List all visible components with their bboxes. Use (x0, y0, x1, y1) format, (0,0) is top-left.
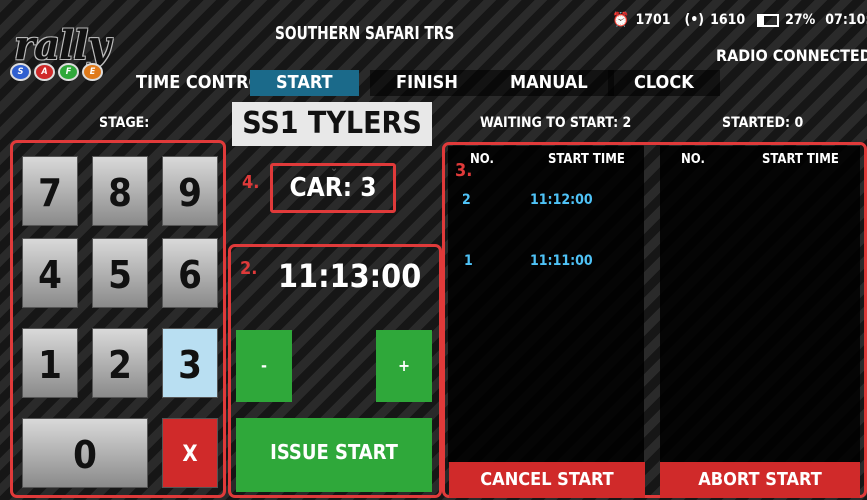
tab-manual[interactable]: MANUAL (484, 70, 614, 96)
key-4[interactable]: 4 (22, 238, 78, 308)
start-time-value: 11:13:00 (278, 257, 422, 295)
logo-dot-e: E (82, 63, 103, 81)
stage-label: STAGE: (99, 115, 150, 131)
tab-finish[interactable]: FINISH (370, 70, 484, 96)
stage-select[interactable]: SS1 TYLERS ⌄ (232, 102, 432, 174)
tab-time-control[interactable]: TIME CONTRO (136, 70, 262, 96)
app-title: SOUTHERN SAFARI TRS (275, 23, 455, 44)
list-item-time: 11:11:00 (530, 253, 593, 269)
started-count: STARTED: 0 (722, 115, 804, 131)
radio-count: 1610 (710, 12, 746, 28)
battery-level: 27% (785, 12, 816, 28)
radio-signal-icon: (•) (684, 12, 705, 28)
plus-button[interactable]: + (376, 330, 432, 402)
annotation-2: 2. (240, 258, 258, 279)
key-2[interactable]: 2 (92, 328, 148, 398)
list-item-no: 2 (462, 192, 471, 208)
alarm-icon: ⏰ (612, 12, 630, 28)
radio-status: RADIO CONNECTED (716, 46, 867, 65)
key-0[interactable]: 0 (22, 418, 148, 488)
key-3[interactable]: 3 (162, 328, 218, 398)
battery-icon (757, 13, 780, 27)
logo-dot-a: A (34, 63, 55, 81)
status-bar: ⏰ 1701 (•) 1610 27% 07:10:20 ⚙ (612, 12, 867, 28)
key-5[interactable]: 5 (92, 238, 148, 308)
minus-button[interactable]: - (236, 330, 292, 402)
key-clear[interactable]: X (162, 418, 218, 488)
clock-time: 07:10:20 (825, 12, 867, 28)
started-time-header: START TIME (762, 152, 839, 167)
car-number: CAR: 3 (289, 173, 377, 203)
abort-start-button[interactable]: ABORT START (660, 462, 860, 498)
logo-dot-f: F (58, 63, 79, 81)
key-9[interactable]: 9 (162, 156, 218, 226)
cancel-start-button[interactable]: CANCEL START (449, 462, 645, 498)
stage-value: SS1 TYLERS (242, 106, 422, 141)
key-1[interactable]: 1 (22, 328, 78, 398)
key-7[interactable]: 7 (22, 156, 78, 226)
rally-logo-dots: S A F E (10, 63, 103, 81)
logo-dot-s: S (10, 63, 31, 81)
started-no-header: NO. (681, 152, 705, 167)
key-6[interactable]: 6 (162, 238, 218, 308)
alarm-count: 1701 (635, 12, 671, 28)
waiting-no-header: NO. (470, 152, 494, 167)
list-item-time: 11:12:00 (530, 192, 593, 208)
list-item-no: 1 (464, 253, 473, 269)
tab-clock[interactable]: CLOCK (608, 70, 720, 96)
annotation-4: 4. (242, 172, 260, 193)
tab-start[interactable]: START (250, 70, 359, 96)
lists-frame (442, 142, 867, 498)
rally-logo-word: rally (14, 22, 111, 69)
waiting-count: WAITING TO START: 2 (480, 115, 632, 131)
issue-start-button[interactable]: ISSUE START (236, 418, 432, 492)
waiting-time-header: START TIME (548, 152, 625, 167)
key-8[interactable]: 8 (92, 156, 148, 226)
